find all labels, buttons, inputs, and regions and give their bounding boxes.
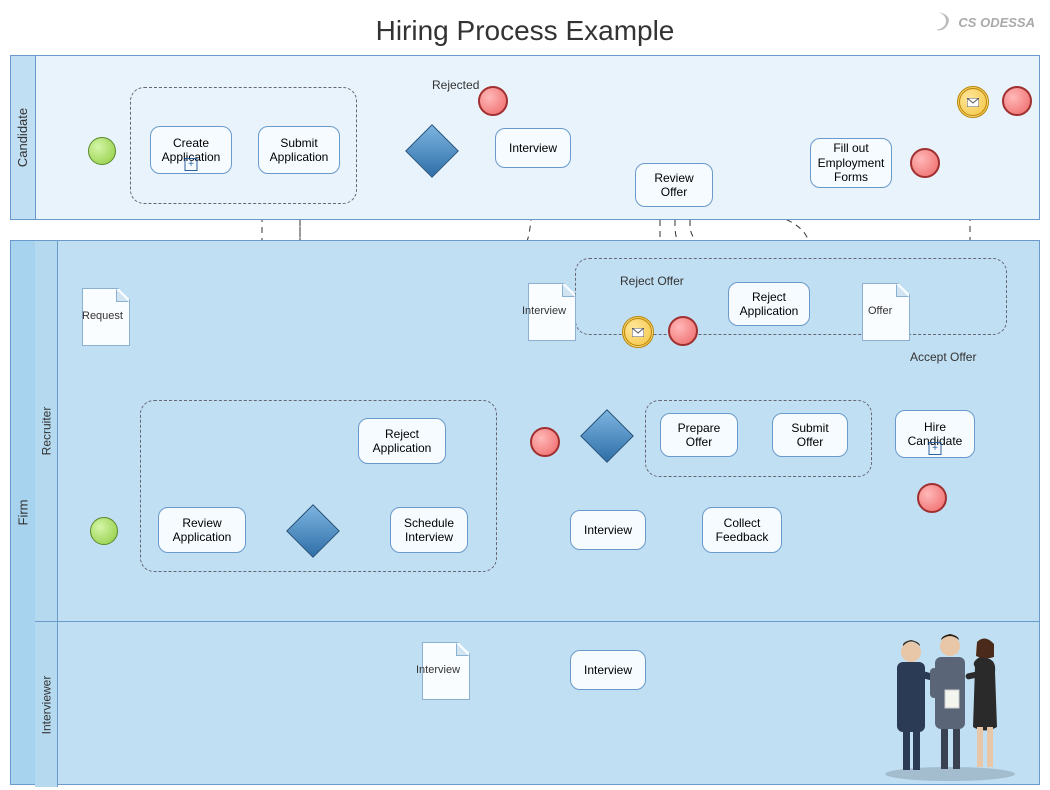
people-illustration [875,612,1025,782]
envelope-icon [967,98,979,107]
lane-recruiter-label: Recruiter [35,241,58,621]
task-submit-application: Submit Application [258,126,340,174]
diagram-title: Hiring Process Example [0,0,1050,52]
task-create-application: Create Application + [150,126,232,174]
recruiter-hire-end [917,483,947,513]
task-submit-offer: Submit Offer [772,413,848,457]
doc-interview-2-label: Interview [416,664,460,676]
task-review-offer: Review Offer [635,163,713,207]
candidate-rejected-end [478,86,508,116]
task-reject-application-top: Reject Application [728,282,810,326]
candidate-msg-event [957,86,989,118]
pool-candidate-label: Candidate [11,56,36,219]
pool-firm-label: Firm [11,241,36,784]
subprocess-marker-icon: + [929,442,942,455]
lane-interviewer-label: Interviewer [35,621,58,787]
task-prepare-offer: Prepare Offer [660,413,738,457]
logo: CS ODESSA [934,10,1035,34]
task-reject-application-mid: Reject Application [358,418,446,464]
task-fill-forms: Fill out Employment Forms [810,138,892,188]
subprocess-marker-icon: + [185,158,198,171]
doc-request-label: Request [82,310,123,322]
task-hire-candidate: Hire Candidate + [895,410,975,458]
task-schedule-interview: Schedule Interview [390,507,468,553]
recruiter-msg-event [622,316,654,348]
recruiter-reject-offer-end [668,316,698,346]
doc-interview-1-label: Interview [522,305,566,317]
label-rejected: Rejected [432,78,479,92]
task-review-application: Review Application [158,507,246,553]
doc-offer-label: Offer [868,305,892,317]
label-reject-offer: Reject Offer [620,274,684,288]
candidate-top-end [1002,86,1032,116]
recruiter-start-event [90,517,118,545]
envelope-icon [632,328,644,337]
candidate-start-event [88,137,116,165]
label-accept-offer: Accept Offer [910,350,976,364]
task-collect-feedback: Collect Feedback [702,507,782,553]
logo-swirl-icon [934,10,954,34]
task-interview-interviewer: Interview [570,650,646,690]
task-interview-recruiter: Interview [570,510,646,550]
recruiter-reject-end [530,427,560,457]
task-interview-candidate: Interview [495,128,571,168]
candidate-forms-end [910,148,940,178]
